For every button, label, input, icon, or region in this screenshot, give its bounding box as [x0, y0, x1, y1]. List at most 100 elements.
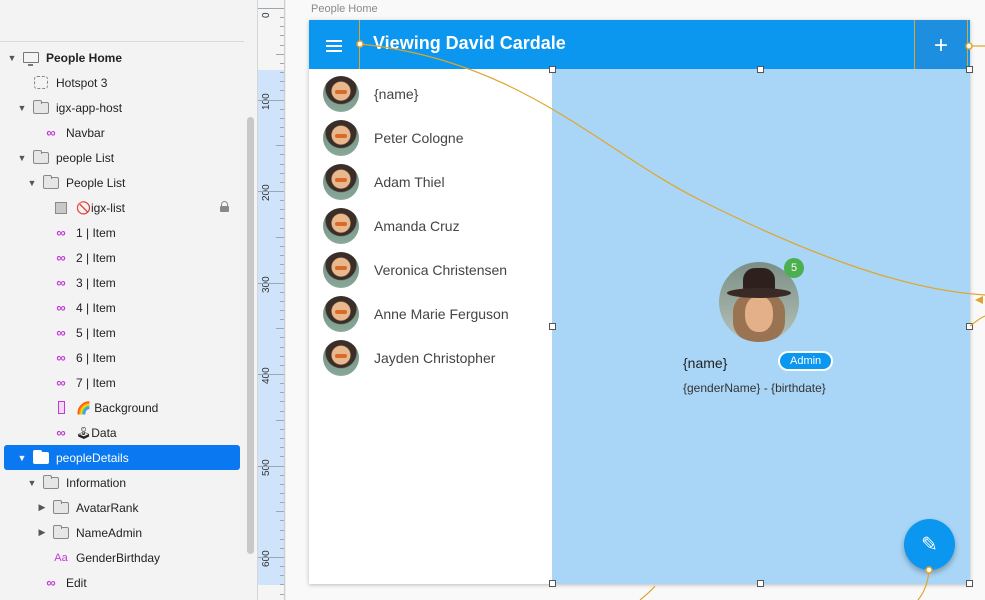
layer-row[interactable]: 🌈 Background [0, 395, 243, 420]
ruler-tick [280, 181, 284, 183]
ruler-tick [280, 428, 284, 430]
resize-handle[interactable] [966, 323, 973, 330]
symbol-icon: ∞ [46, 125, 56, 140]
resize-handle[interactable] [757, 580, 764, 587]
gender-birthday-text: {genderName} - {birthdate} [683, 381, 826, 395]
artboard-people-home[interactable]: Viewing David Cardale + {name} Peter Colo… [309, 20, 970, 584]
person-name: Veronica Christensen [374, 262, 508, 278]
ruler-tick [280, 309, 284, 311]
person-name: Jayden Christopher [374, 350, 496, 366]
layer-row[interactable]: ∞ Navbar [0, 120, 243, 145]
symbol-icon: ∞ [56, 325, 66, 340]
people-list: {name} Peter Cologne Adam Thiel Amanda Cruz… [309, 69, 552, 584]
add-button[interactable]: + [914, 20, 968, 73]
list-item[interactable]: {name} [309, 72, 552, 116]
ruler-tick [280, 273, 284, 275]
layer-row[interactable]: ▼ People List [0, 170, 243, 195]
disclosure-expanded-icon[interactable]: ▼ [16, 453, 28, 463]
disclosure-expanded-icon[interactable]: ▼ [16, 103, 28, 113]
rectangle-icon [52, 201, 70, 215]
layer-row[interactable]: ▼ peopleDetails [4, 445, 240, 470]
layer-label: AvatarRank [76, 500, 139, 515]
disclosure-expanded-icon[interactable]: ▼ [6, 53, 18, 63]
menu-button[interactable] [309, 20, 360, 73]
disclosure-expanded-icon[interactable]: ▼ [16, 153, 28, 163]
ruler-tick [280, 483, 284, 485]
ruler-tick [280, 154, 284, 156]
edit-fab-button[interactable]: ✎ [904, 519, 955, 570]
symbol-icon: ∞ [56, 375, 66, 390]
person-name: Amanda Cruz [374, 218, 460, 234]
ruler-tick [276, 53, 284, 55]
list-item[interactable]: Peter Cologne [309, 116, 552, 160]
list-item[interactable]: Anne Marie Ferguson [309, 292, 552, 336]
layer-row[interactable]: ∞ 4 | Item [0, 295, 243, 320]
disclosure-collapsed-icon[interactable]: ▶ [36, 527, 48, 538]
layer-row[interactable]: ∞ 6 | Item [0, 345, 243, 370]
resize-handle[interactable] [966, 580, 973, 587]
sketch-app: ▼ People Home Hotspot 3 ▼ igx-app-host ∞ Navba… [0, 0, 985, 600]
folder-icon [32, 449, 50, 465]
ruler-tick [280, 337, 284, 339]
list-item[interactable]: Veronica Christensen [309, 248, 552, 292]
ruler-label: 400 [261, 367, 272, 384]
layer-row[interactable]: ∞ 7 | Item [0, 370, 243, 395]
ruler-label: 300 [261, 275, 272, 293]
ruler-tick [280, 547, 284, 549]
ruler-tick [280, 520, 284, 522]
layer-row[interactable]: ▼ People Home [0, 45, 243, 70]
people-details-panel[interactable]: 5 {name} Admin {genderName} - {birthdate… [552, 69, 970, 584]
disclosure-expanded-icon[interactable]: ▼ [26, 478, 38, 488]
layer-row[interactable]: ∞ 3 | Item [0, 270, 243, 295]
layer-label: people List [56, 150, 115, 165]
resize-handle[interactable] [757, 66, 764, 73]
lock-icon[interactable] [220, 201, 229, 212]
layer-row[interactable]: ▼ igx-app-host [0, 95, 243, 120]
resize-handle[interactable] [549, 580, 556, 587]
layer-row[interactable]: 🚫igx-list [0, 195, 243, 220]
resize-handle[interactable] [549, 323, 556, 330]
layer-row[interactable]: ∞ 5 | Item [0, 320, 243, 345]
layer-row[interactable]: ▶ NameAdmin [0, 520, 243, 545]
layer-row[interactable]: ▼ Information [0, 470, 243, 495]
ruler-tick [280, 492, 284, 494]
layer-row[interactable]: ∞ 1 | Item [0, 220, 243, 245]
layers-scrollbar-thumb[interactable] [247, 117, 254, 554]
list-item[interactable]: Jayden Christopher [309, 336, 552, 380]
ruler-label: 500 [261, 458, 272, 476]
resize-handle[interactable] [966, 66, 973, 73]
avatar [323, 296, 359, 332]
navbar[interactable]: Viewing David Cardale + [309, 20, 970, 73]
layer-row[interactable]: ∞ 2 | Item [0, 245, 243, 270]
ruler-tick [280, 447, 284, 449]
list-item[interactable]: Adam Thiel [309, 160, 552, 204]
symbol-icon: ∞ [56, 350, 66, 365]
disclosure-collapsed-icon[interactable]: ▶ [36, 502, 48, 513]
ruler-tick [258, 557, 284, 558]
layer-row[interactable]: ∞ Edit [0, 570, 243, 595]
symbol-icon: ∞ [56, 275, 66, 290]
layer-label: People Home [46, 50, 123, 65]
ruler-tick [280, 44, 284, 46]
layer-row[interactable]: ∞ 🕹Data [0, 420, 243, 445]
monitor-icon [22, 51, 40, 66]
ruler-tick [280, 502, 284, 504]
avatar [323, 208, 359, 244]
layer-row[interactable]: ▼ people List [0, 145, 243, 170]
layer-row[interactable]: Hotspot 3 [0, 70, 243, 95]
admin-badge: Admin [780, 353, 832, 369]
layer-row[interactable]: Aa GenderBirthday [0, 545, 243, 570]
layers-panel-header [0, 0, 257, 42]
artboard-label[interactable]: People Home [311, 3, 378, 15]
layer-row[interactable]: ▶ AvatarRank [0, 495, 243, 520]
ruler-tick [280, 474, 284, 476]
layer-label: Information [66, 475, 127, 490]
list-item[interactable]: Amanda Cruz [309, 204, 552, 248]
layer-label: GenderBirthday [76, 550, 161, 565]
disclosure-expanded-icon[interactable]: ▼ [26, 178, 38, 188]
ruler-tick [280, 593, 284, 595]
resize-handle[interactable] [549, 66, 556, 73]
ruler-tick [276, 236, 284, 238]
ruler-tick [280, 529, 284, 531]
ruler-tick [280, 300, 284, 302]
